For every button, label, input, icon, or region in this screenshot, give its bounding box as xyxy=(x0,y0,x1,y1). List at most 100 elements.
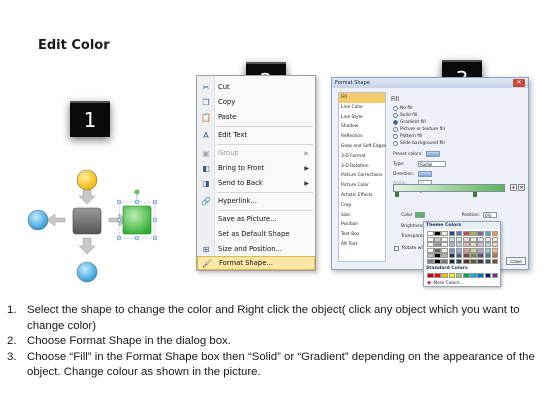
menu-item-send-to-back[interactable]: ◨ Send to Back ▶ xyxy=(197,176,315,190)
standard-color-swatch[interactable] xyxy=(427,273,434,278)
standard-color-swatch[interactable] xyxy=(434,273,441,278)
nav-item-3d-format[interactable]: 3-D Format xyxy=(339,152,385,162)
theme-color-swatch[interactable] xyxy=(455,242,463,248)
theme-color-swatch[interactable] xyxy=(484,242,492,248)
theme-color-swatch[interactable] xyxy=(441,253,448,259)
standard-color-swatch[interactable] xyxy=(441,273,448,278)
direction-dropdown[interactable] xyxy=(418,171,432,177)
nav-item-3d-rotation[interactable]: 3-D Rotation xyxy=(339,162,385,172)
menu-item-size-position[interactable]: ⊞ Size and Position... xyxy=(197,242,315,256)
menu-item-format-shape[interactable]: 🖌 Format Shape... xyxy=(197,256,315,270)
menu-item-set-default-shape[interactable]: Set as Default Shape xyxy=(197,227,315,241)
nav-item-line-style[interactable]: Line Style xyxy=(339,113,385,123)
menu-item-paste[interactable]: 📋 Paste xyxy=(197,110,315,124)
radio-no-fill[interactable]: No fill xyxy=(393,106,413,111)
position-input[interactable]: 0% xyxy=(483,212,498,218)
radio-pattern-fill[interactable]: Pattern fill xyxy=(393,134,422,139)
theme-color-swatch[interactable] xyxy=(470,231,477,236)
standard-color-swatch[interactable] xyxy=(470,273,477,278)
theme-color-swatch[interactable] xyxy=(462,236,470,242)
menu-item-hyperlink[interactable]: 🔗 Hyperlink... xyxy=(197,194,315,208)
theme-color-swatch[interactable] xyxy=(491,242,499,248)
theme-color-swatch[interactable] xyxy=(484,253,492,259)
standard-color-swatch[interactable] xyxy=(455,273,463,278)
center-gray-square-shape[interactable] xyxy=(72,207,102,235)
standard-color-swatch[interactable] xyxy=(484,273,492,278)
theme-color-swatch[interactable] xyxy=(455,247,463,253)
theme-color-swatch[interactable] xyxy=(427,231,434,236)
theme-color-swatch[interactable] xyxy=(455,258,463,264)
nav-item-picture-corrections[interactable]: Picture Corrections xyxy=(339,171,385,181)
theme-color-swatch[interactable] xyxy=(448,258,456,264)
theme-color-swatch[interactable] xyxy=(441,236,448,242)
theme-color-swatch[interactable] xyxy=(484,258,492,264)
theme-color-swatch[interactable] xyxy=(441,231,448,236)
menu-item-copy[interactable]: ❐ Copy xyxy=(197,95,315,109)
theme-color-swatch[interactable] xyxy=(427,236,434,242)
gradient-stop-handle[interactable] xyxy=(395,192,399,197)
nav-item-crop[interactable]: Crop xyxy=(339,201,385,211)
nav-item-line-color[interactable]: Line Color xyxy=(339,103,385,113)
standard-color-swatch[interactable] xyxy=(477,273,484,278)
theme-color-swatch[interactable] xyxy=(462,247,470,253)
rotate-checkbox[interactable] xyxy=(394,246,399,251)
theme-color-swatch[interactable] xyxy=(455,231,463,236)
theme-color-swatch[interactable] xyxy=(448,242,456,248)
radio-slide-bg-fill[interactable]: Slide background fill xyxy=(393,141,445,146)
theme-color-swatch[interactable] xyxy=(427,253,434,259)
menu-item-cut[interactable]: ✂ Cut xyxy=(197,80,315,94)
theme-color-swatch[interactable] xyxy=(441,242,448,248)
nav-item-shadow[interactable]: Shadow xyxy=(339,122,385,132)
theme-color-swatch[interactable] xyxy=(470,242,477,248)
theme-color-swatch[interactable] xyxy=(434,247,441,253)
add-stop-icon[interactable]: + xyxy=(510,184,517,191)
standard-color-swatch[interactable] xyxy=(491,273,499,278)
nav-item-picture-color[interactable]: Picture Color xyxy=(339,181,385,191)
menu-item-save-as-picture[interactable]: Save as Picture... xyxy=(197,212,315,226)
theme-color-swatch[interactable] xyxy=(491,253,499,259)
rotation-handle-icon[interactable] xyxy=(134,189,140,195)
theme-color-swatch[interactable] xyxy=(462,253,470,259)
theme-color-swatch[interactable] xyxy=(427,242,434,248)
close-icon[interactable]: ✕ xyxy=(513,79,525,87)
gradient-stop-handle[interactable] xyxy=(473,192,477,197)
theme-color-swatch[interactable] xyxy=(470,247,477,253)
menu-item-edit-text[interactable]: A Edit Text xyxy=(197,128,315,142)
theme-color-swatch[interactable] xyxy=(434,258,441,264)
theme-color-swatch[interactable] xyxy=(470,258,477,264)
theme-color-swatch[interactable] xyxy=(470,253,477,259)
theme-color-swatch[interactable] xyxy=(477,231,484,236)
color-picker-button[interactable] xyxy=(415,212,426,218)
theme-color-swatch[interactable] xyxy=(427,258,434,264)
radio-gradient-fill[interactable]: Gradient fill xyxy=(393,120,426,125)
theme-color-swatch[interactable] xyxy=(441,247,448,253)
theme-color-swatch[interactable] xyxy=(462,258,470,264)
theme-color-swatch[interactable] xyxy=(434,253,441,259)
type-select[interactable]: Radial xyxy=(418,161,446,167)
nav-item-text-box[interactable]: Text Box xyxy=(339,230,385,240)
theme-color-swatch[interactable] xyxy=(477,253,484,259)
theme-color-swatch[interactable] xyxy=(477,236,484,242)
yellow-circle-shape[interactable] xyxy=(76,169,98,191)
theme-color-swatch[interactable] xyxy=(484,236,492,242)
theme-color-swatch[interactable] xyxy=(462,231,470,236)
theme-color-swatch[interactable] xyxy=(491,231,499,236)
preset-colors-dropdown[interactable] xyxy=(425,151,440,157)
nav-item-glow[interactable]: Glow and Soft Edges xyxy=(339,142,386,152)
theme-color-swatch[interactable] xyxy=(484,247,492,253)
theme-color-swatch[interactable] xyxy=(448,253,456,259)
theme-color-swatch[interactable] xyxy=(477,247,484,253)
standard-color-swatch[interactable] xyxy=(462,273,470,278)
theme-color-swatch[interactable] xyxy=(491,236,499,242)
blue-circle-bottom-shape[interactable] xyxy=(76,261,98,283)
theme-color-swatch[interactable] xyxy=(462,242,470,248)
nav-item-position[interactable]: Position xyxy=(339,220,385,230)
gradient-bar[interactable] xyxy=(393,184,505,192)
theme-color-swatch[interactable] xyxy=(491,258,499,264)
theme-color-swatch[interactable] xyxy=(477,242,484,248)
theme-color-swatch[interactable] xyxy=(477,258,484,264)
theme-color-swatch[interactable] xyxy=(448,231,456,236)
theme-color-swatch[interactable] xyxy=(455,236,463,242)
nav-item-reflection[interactable]: Reflection xyxy=(339,132,385,142)
theme-color-swatch[interactable] xyxy=(434,242,441,248)
